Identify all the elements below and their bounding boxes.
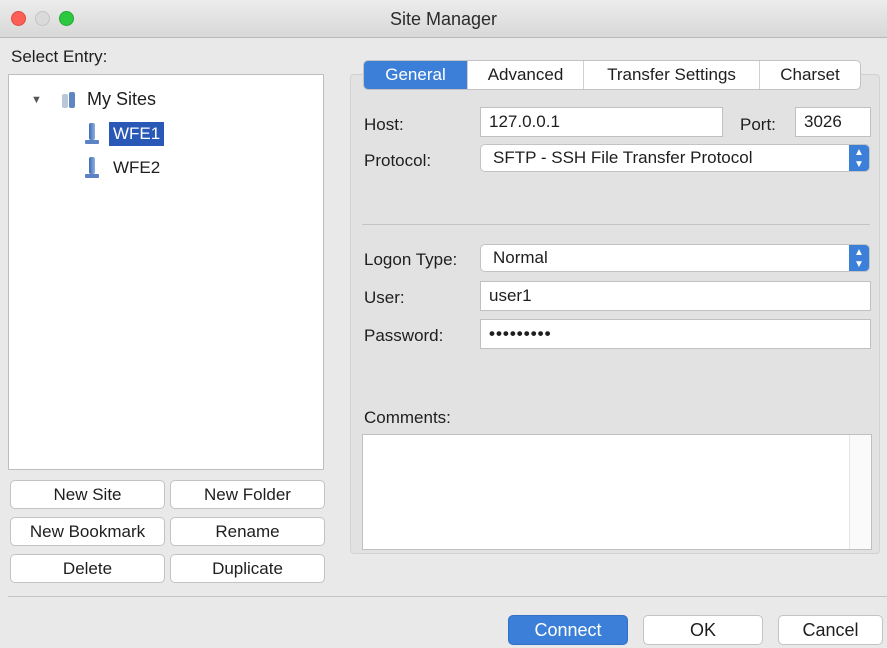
tree-item-label: WFE2 [113, 158, 161, 177]
new-site-button[interactable]: New Site [10, 480, 165, 509]
delete-button[interactable]: Delete [10, 554, 165, 583]
host-label: Host: [364, 115, 404, 134]
tree-item-my-sites[interactable]: ▼ My Sites [31, 89, 156, 110]
settings-tabs: General Advanced Transfer Settings Chars… [363, 60, 861, 90]
select-entry-label: Select Entry: [11, 47, 108, 66]
protocol-value: SFTP - SSH File Transfer Protocol [493, 148, 753, 167]
protocol-select[interactable]: SFTP - SSH File Transfer Protocol ▲ ▼ [480, 144, 870, 172]
port-label: Port: [740, 115, 776, 134]
site-tree[interactable]: ▼ My Sites WFE1 WFE2 [8, 74, 324, 470]
password-field[interactable]: ••••••••• [480, 319, 871, 349]
logon-type-select[interactable]: Normal ▲ ▼ [480, 244, 870, 272]
rename-button[interactable]: Rename [170, 517, 325, 546]
logon-type-value: Normal [493, 248, 548, 267]
server-icon [85, 123, 99, 145]
tab-advanced[interactable]: Advanced [468, 61, 584, 89]
ok-button[interactable]: OK [643, 615, 763, 645]
up-down-arrows-icon: ▲ ▼ [849, 145, 869, 171]
new-bookmark-button[interactable]: New Bookmark [10, 517, 165, 546]
tree-item-label: My Sites [87, 89, 157, 109]
host-field[interactable]: 127.0.0.1 [480, 107, 723, 137]
tree-item-label: WFE1 [109, 122, 165, 146]
tab-general[interactable]: General [364, 61, 468, 89]
user-label: User: [364, 288, 405, 307]
new-folder-button[interactable]: New Folder [170, 480, 325, 509]
logon-type-label: Logon Type: [364, 250, 458, 269]
server-icon [85, 157, 99, 179]
comments-scrollbar[interactable] [849, 435, 871, 549]
up-down-arrows-icon: ▲ ▼ [849, 245, 869, 271]
title-bar: Site Manager [0, 0, 887, 38]
tab-transfer-settings[interactable]: Transfer Settings [584, 61, 760, 89]
tree-item-wfe1[interactable]: WFE1 [85, 122, 165, 146]
tree-item-wfe2[interactable]: WFE2 [85, 156, 164, 180]
protocol-label: Protocol: [364, 151, 432, 170]
sites-folder-icon [59, 91, 77, 108]
duplicate-button[interactable]: Duplicate [170, 554, 325, 583]
comments-label: Comments: [364, 408, 451, 427]
window-title: Site Manager [389, 9, 498, 29]
port-field[interactable]: 3026 [795, 107, 871, 137]
connect-button[interactable]: Connect [508, 615, 628, 645]
comments-textarea[interactable] [362, 434, 872, 550]
footer-divider [8, 596, 887, 597]
section-divider [362, 224, 870, 225]
cancel-button[interactable]: Cancel [778, 615, 883, 645]
user-field[interactable]: user1 [480, 281, 871, 311]
password-label: Password: [364, 326, 444, 345]
tab-charset[interactable]: Charset [760, 61, 860, 89]
disclosure-triangle-icon[interactable]: ▼ [31, 94, 45, 106]
